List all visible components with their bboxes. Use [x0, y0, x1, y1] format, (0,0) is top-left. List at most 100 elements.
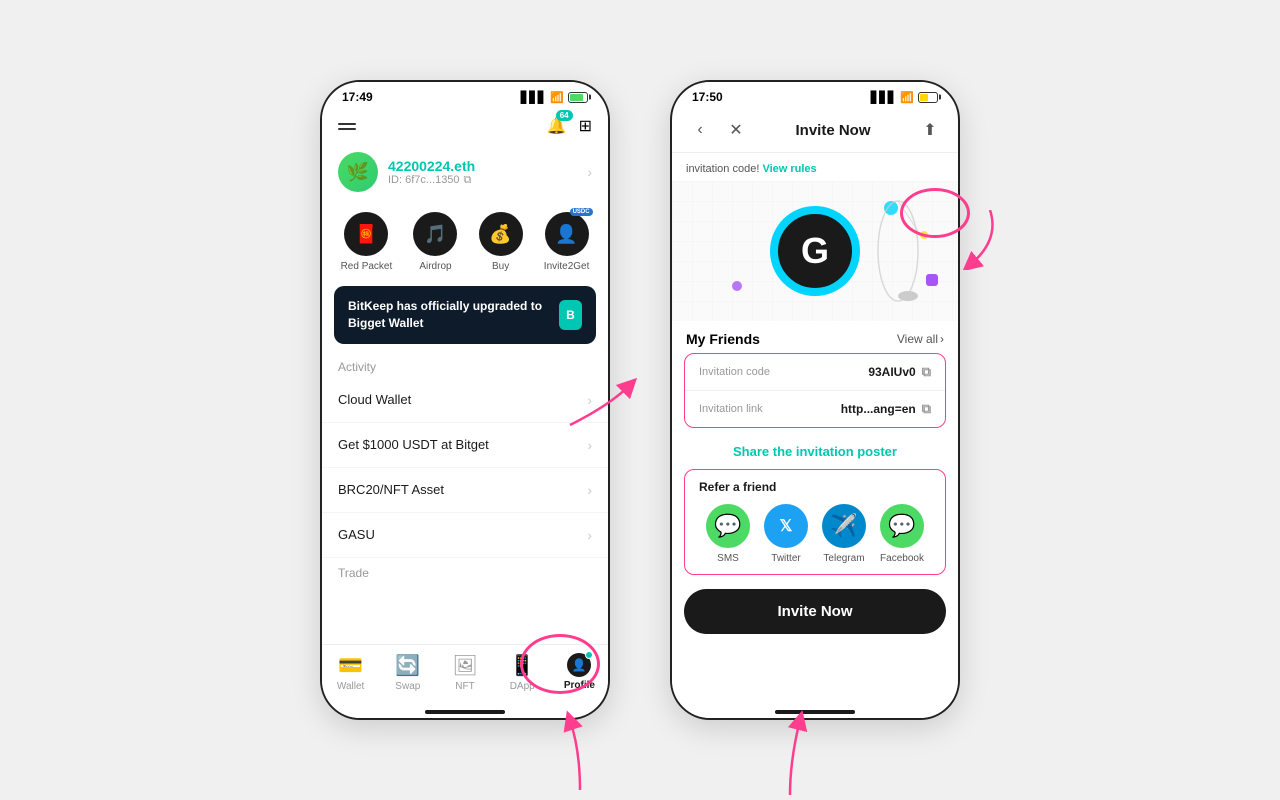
profile-name: 42200224.eth: [388, 158, 577, 174]
bell-badge: 64: [556, 110, 573, 121]
grid-icon[interactable]: ⊞: [579, 116, 592, 136]
usdt-item[interactable]: Get $1000 USDT at Bitget ›: [322, 423, 608, 468]
invite-nav: ‹ ✕ Invite Now ⬆: [672, 108, 958, 153]
gasu-item[interactable]: GASU ›: [322, 513, 608, 558]
invite2get-label: Invite2Get: [544, 261, 590, 272]
facebook-icon: 💬: [880, 504, 924, 548]
usdt-text: Get $1000 USDT at Bitget: [338, 437, 489, 452]
copy-code-icon[interactable]: ⧉: [922, 364, 931, 380]
telegram-refer[interactable]: ✈️ Telegram: [822, 504, 866, 564]
signal-icon: ▋▋▋: [521, 91, 546, 104]
status-icons-1: ▋▋▋ 📶: [521, 91, 588, 104]
illustration: G: [672, 181, 958, 321]
twitter-icon: 𝕏: [764, 504, 808, 548]
action-row: 🧧 Red Packet 🎵 Airdrop 💰 Buy 👤 USDC: [322, 200, 608, 280]
tab-profile[interactable]: 👤 Profile: [551, 653, 608, 692]
brc20-text: BRC20/NFT Asset: [338, 482, 444, 497]
menu-icon[interactable]: [338, 114, 362, 138]
facebook-label: Facebook: [880, 553, 924, 564]
invite-code-value: 93AIUv0 ⧉: [868, 364, 931, 380]
invite2get-icon: 👤 USDC: [545, 212, 589, 256]
invite-now-button[interactable]: Invite Now: [684, 589, 946, 634]
invite-code-row: Invitation code 93AIUv0 ⧉: [685, 354, 945, 391]
sms-icon: 💬: [706, 504, 750, 548]
banner-logo: B: [559, 300, 582, 330]
profile-row[interactable]: 🌿 42200224.eth ID: 6f7c...1350 ⧉ ›: [322, 144, 608, 200]
back-button[interactable]: ‹: [686, 116, 714, 144]
share-button[interactable]: ⬆: [916, 116, 944, 144]
view-all-link[interactable]: View all ›: [897, 332, 944, 346]
invite-code-label: Invitation code: [699, 366, 770, 378]
buy-action[interactable]: 💰 Buy: [479, 212, 523, 272]
nav-bar-1: 🔔 64 ⊞: [322, 108, 608, 144]
arrow-invite-btn: [750, 710, 830, 800]
phone1-wrapper: 17:49 ▋▋▋ 📶 🔔 64 ⊞: [320, 80, 610, 720]
sms-refer[interactable]: 💬 SMS: [706, 504, 750, 564]
nav-right: 🔔 64 ⊞: [547, 116, 592, 136]
tab-dapp[interactable]: 📱 DApp: [494, 653, 551, 692]
wallet-label: Wallet: [337, 681, 364, 692]
upgrade-banner[interactable]: BitKeep has officially upgraded to Bigge…: [334, 286, 596, 344]
refer-icons: 💬 SMS 𝕏 Twitter ✈️ Telegram 💬 Facebook: [699, 504, 931, 564]
share-poster-btn[interactable]: Share the invitation poster: [672, 438, 958, 469]
banner-text: BitKeep has officially upgraded to Bigge…: [348, 298, 559, 332]
usdc-badge: USDC: [570, 208, 593, 216]
red-packet-label: Red Packet: [341, 261, 393, 272]
sms-label: SMS: [717, 553, 739, 564]
profile-id: ID: 6f7c...1350 ⧉: [388, 174, 577, 187]
invite-nav-title: Invite Now: [795, 122, 870, 139]
airdrop-action[interactable]: 🎵 Airdrop: [413, 212, 457, 272]
phone2-content: invitation code! View rules G: [672, 153, 958, 704]
phone1: 17:49 ▋▋▋ 📶 🔔 64 ⊞: [320, 80, 610, 720]
close-button[interactable]: ✕: [722, 116, 750, 144]
gasu-text: GASU: [338, 527, 375, 542]
invite-link-value: http...ang=en ⧉: [841, 401, 931, 417]
trade-label: Trade: [322, 558, 608, 582]
tab-nft[interactable]: 🖼 NFT: [436, 653, 493, 692]
tab-swap[interactable]: 🔄 Swap: [379, 653, 436, 692]
nav-right-icons: ⬆: [916, 116, 944, 144]
swap-label: Swap: [395, 681, 420, 692]
facebook-refer[interactable]: 💬 Facebook: [880, 504, 924, 564]
cloud-wallet-chevron: ›: [587, 392, 592, 408]
dapp-label: DApp: [510, 681, 535, 692]
home-indicator-2: [672, 704, 958, 718]
view-rules-link[interactable]: View rules: [762, 163, 816, 175]
twitter-label: Twitter: [771, 553, 800, 564]
phone2: 17:50 ▋▋▋ 📶 ‹ ✕ Invite Now ⬆ invi: [670, 80, 960, 720]
invite2get-action[interactable]: 👤 USDC Invite2Get: [544, 212, 590, 272]
battery-2: [918, 92, 938, 103]
profile-nav-icon: 👤: [567, 653, 591, 677]
refer-box: Refer a friend 💬 SMS 𝕏 Twitter ✈️ Telegr…: [684, 469, 946, 575]
cloud-wallet-item[interactable]: Cloud Wallet ›: [322, 378, 608, 423]
copy-link-icon[interactable]: ⧉: [922, 401, 931, 417]
arrow-up-1: [550, 710, 610, 800]
cloud-wallet-text: Cloud Wallet: [338, 392, 411, 407]
profile-chevron: ›: [587, 164, 592, 180]
phone2-wrapper: 17:50 ▋▋▋ 📶 ‹ ✕ Invite Now ⬆ invi: [670, 80, 960, 720]
hand-illustration: [868, 191, 928, 311]
promo-banner: invitation code! View rules: [672, 153, 958, 181]
nav-left-icons: ‹ ✕: [686, 116, 750, 144]
brc20-item[interactable]: BRC20/NFT Asset ›: [322, 468, 608, 513]
swap-icon: 🔄: [395, 653, 420, 678]
status-bar-1: 17:49 ▋▋▋ 📶: [322, 82, 608, 108]
twitter-refer[interactable]: 𝕏 Twitter: [764, 504, 808, 564]
phone1-content: 🌿 42200224.eth ID: 6f7c...1350 ⧉ › 🧧 Red…: [322, 144, 608, 644]
status-bar-2: 17:50 ▋▋▋ 📶: [672, 82, 958, 108]
time-1: 17:49: [342, 90, 373, 104]
profile-label: Profile: [564, 680, 595, 691]
tab-wallet[interactable]: 💳 Wallet: [322, 653, 379, 692]
friends-title: My Friends: [686, 331, 760, 347]
bell-wrapper[interactable]: 🔔 64: [547, 116, 567, 136]
airdrop-icon: 🎵: [413, 212, 457, 256]
refer-title: Refer a friend: [699, 480, 931, 494]
dapp-icon: 📱: [510, 653, 535, 678]
red-packet-icon: 🧧: [344, 212, 388, 256]
nft-label: NFT: [455, 681, 474, 692]
telegram-label: Telegram: [823, 553, 864, 564]
status-icons-2: ▋▋▋ 📶: [871, 91, 938, 104]
red-packet-action[interactable]: 🧧 Red Packet: [341, 212, 393, 272]
airdrop-label: Airdrop: [419, 261, 451, 272]
wallet-icon: 💳: [338, 653, 363, 678]
